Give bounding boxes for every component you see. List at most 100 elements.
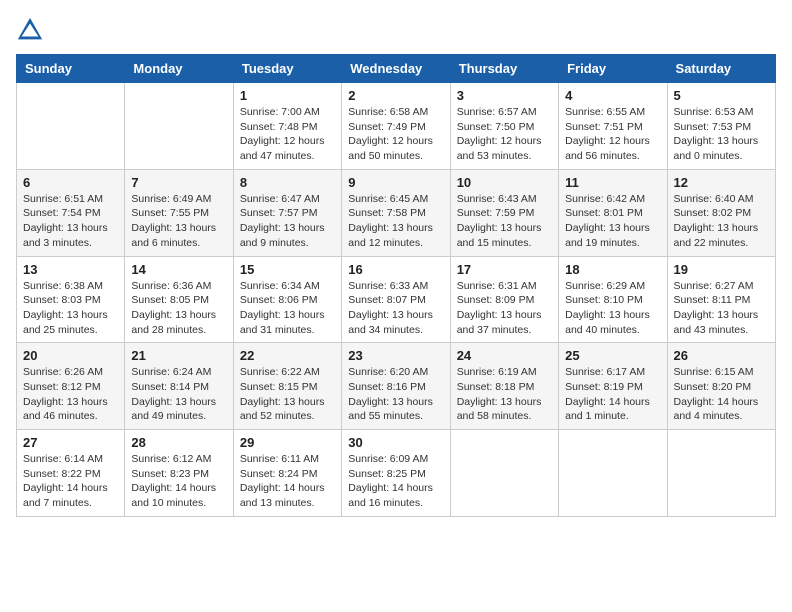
day-info: Sunrise: 6:40 AM Sunset: 8:02 PM Dayligh… [674,192,769,251]
day-number: 13 [23,262,118,277]
day-cell: 8Sunrise: 6:47 AM Sunset: 7:57 PM Daylig… [233,169,341,256]
week-row-2: 13 Sunrise: 6:38 AM Sunset: 8:03 PM Dayli… [17,256,776,343]
day-cell [17,83,125,170]
day-info: Sunrise: 6:11 AM Sunset: 8:24 PM Dayligh… [240,452,335,511]
week-row-1: 6 Sunrise: 6:51 AM Sunset: 7:54 PM Daylig… [17,169,776,256]
day-cell: 7 Sunrise: 6:49 AM Sunset: 7:55 PM Daylig… [125,169,233,256]
day-cell: 12Sunrise: 6:40 AM Sunset: 8:02 PM Dayli… [667,169,775,256]
day-info: Sunrise: 6:17 AM Sunset: 8:19 PM Dayligh… [565,365,660,424]
day-cell: 22 Sunrise: 6:22 AM Sunset: 8:15 PM Dayli… [233,343,341,430]
day-info: Sunrise: 6:55 AM Sunset: 7:51 PM Dayligh… [565,105,660,164]
day-number: 14 [131,262,226,277]
day-number: 16 [348,262,443,277]
day-info: Sunrise: 7:00 AM Sunset: 7:48 PM Dayligh… [240,105,335,164]
day-cell [450,430,558,517]
day-info: Sunrise: 6:26 AM Sunset: 8:12 PM Dayligh… [23,365,118,424]
day-cell: 26 Sunrise: 6:15 AM Sunset: 8:20 PM Dayli… [667,343,775,430]
day-info: Sunrise: 6:42 AM Sunset: 8:01 PM Dayligh… [565,192,660,251]
day-cell: 2Sunrise: 6:58 AM Sunset: 7:49 PM Daylig… [342,83,450,170]
day-info: Sunrise: 6:14 AM Sunset: 8:22 PM Dayligh… [23,452,118,511]
day-cell: 30 Sunrise: 6:09 AM Sunset: 8:25 PM Dayli… [342,430,450,517]
header-cell-monday: Monday [125,55,233,83]
day-number: 26 [674,348,769,363]
day-number: 11 [565,175,660,190]
day-cell: 17 Sunrise: 6:31 AM Sunset: 8:09 PM Dayli… [450,256,558,343]
header-cell-wednesday: Wednesday [342,55,450,83]
week-row-0: 1 Sunrise: 7:00 AM Sunset: 7:48 PM Daylig… [17,83,776,170]
day-info: Sunrise: 6:53 AM Sunset: 7:53 PM Dayligh… [674,105,769,164]
logo [16,16,48,44]
day-number: 2 [348,88,443,103]
day-number: 18 [565,262,660,277]
day-info: Sunrise: 6:12 AM Sunset: 8:23 PM Dayligh… [131,452,226,511]
day-number: 21 [131,348,226,363]
day-info: Sunrise: 6:34 AM Sunset: 8:06 PM Dayligh… [240,279,335,338]
day-info: Sunrise: 6:33 AM Sunset: 8:07 PM Dayligh… [348,279,443,338]
day-number: 5 [674,88,769,103]
day-cell: 29 Sunrise: 6:11 AM Sunset: 8:24 PM Dayli… [233,430,341,517]
day-number: 22 [240,348,335,363]
day-info: Sunrise: 6:29 AM Sunset: 8:10 PM Dayligh… [565,279,660,338]
day-number: 27 [23,435,118,450]
day-cell: 21 Sunrise: 6:24 AM Sunset: 8:14 PM Dayli… [125,343,233,430]
day-cell: 15 Sunrise: 6:34 AM Sunset: 8:06 PM Dayli… [233,256,341,343]
day-number: 30 [348,435,443,450]
day-number: 15 [240,262,335,277]
day-number: 17 [457,262,552,277]
day-info: Sunrise: 6:43 AM Sunset: 7:59 PM Dayligh… [457,192,552,251]
logo-icon [16,16,44,44]
day-number: 20 [23,348,118,363]
day-cell: 6 Sunrise: 6:51 AM Sunset: 7:54 PM Daylig… [17,169,125,256]
calendar-body: 1 Sunrise: 7:00 AM Sunset: 7:48 PM Daylig… [17,83,776,517]
day-cell: 23Sunrise: 6:20 AM Sunset: 8:16 PM Dayli… [342,343,450,430]
day-info: Sunrise: 6:15 AM Sunset: 8:20 PM Dayligh… [674,365,769,424]
day-number: 24 [457,348,552,363]
header-row: SundayMondayTuesdayWednesdayThursdayFrid… [17,55,776,83]
day-cell [559,430,667,517]
day-info: Sunrise: 6:38 AM Sunset: 8:03 PM Dayligh… [23,279,118,338]
week-row-3: 20 Sunrise: 6:26 AM Sunset: 8:12 PM Dayli… [17,343,776,430]
day-number: 3 [457,88,552,103]
day-cell: 5 Sunrise: 6:53 AM Sunset: 7:53 PM Daylig… [667,83,775,170]
page-header [16,16,776,44]
day-cell [125,83,233,170]
header-cell-tuesday: Tuesday [233,55,341,83]
week-row-4: 27 Sunrise: 6:14 AM Sunset: 8:22 PM Dayli… [17,430,776,517]
day-number: 19 [674,262,769,277]
calendar-table: SundayMondayTuesdayWednesdayThursdayFrid… [16,54,776,517]
day-number: 29 [240,435,335,450]
day-cell: 16 Sunrise: 6:33 AM Sunset: 8:07 PM Dayli… [342,256,450,343]
day-number: 7 [131,175,226,190]
day-info: Sunrise: 6:57 AM Sunset: 7:50 PM Dayligh… [457,105,552,164]
day-info: Sunrise: 6:31 AM Sunset: 8:09 PM Dayligh… [457,279,552,338]
day-number: 6 [23,175,118,190]
day-cell: 3 Sunrise: 6:57 AM Sunset: 7:50 PM Daylig… [450,83,558,170]
day-cell: 27 Sunrise: 6:14 AM Sunset: 8:22 PM Dayli… [17,430,125,517]
day-number: 9 [348,175,443,190]
day-number: 8 [240,175,335,190]
day-cell: 11 Sunrise: 6:42 AM Sunset: 8:01 PM Dayli… [559,169,667,256]
day-info: Sunrise: 6:09 AM Sunset: 8:25 PM Dayligh… [348,452,443,511]
day-cell: 20 Sunrise: 6:26 AM Sunset: 8:12 PM Dayli… [17,343,125,430]
day-number: 23 [348,348,443,363]
day-info: Sunrise: 6:24 AM Sunset: 8:14 PM Dayligh… [131,365,226,424]
day-cell: 1 Sunrise: 7:00 AM Sunset: 7:48 PM Daylig… [233,83,341,170]
day-cell: 10 Sunrise: 6:43 AM Sunset: 7:59 PM Dayli… [450,169,558,256]
day-cell [667,430,775,517]
header-cell-sunday: Sunday [17,55,125,83]
header-cell-friday: Friday [559,55,667,83]
day-number: 1 [240,88,335,103]
day-number: 25 [565,348,660,363]
day-number: 10 [457,175,552,190]
header-cell-thursday: Thursday [450,55,558,83]
day-info: Sunrise: 6:27 AM Sunset: 8:11 PM Dayligh… [674,279,769,338]
day-info: Sunrise: 6:22 AM Sunset: 8:15 PM Dayligh… [240,365,335,424]
day-cell: 9Sunrise: 6:45 AM Sunset: 7:58 PM Daylig… [342,169,450,256]
day-cell: 24 Sunrise: 6:19 AM Sunset: 8:18 PM Dayli… [450,343,558,430]
day-info: Sunrise: 6:49 AM Sunset: 7:55 PM Dayligh… [131,192,226,251]
day-info: Sunrise: 6:51 AM Sunset: 7:54 PM Dayligh… [23,192,118,251]
day-info: Sunrise: 6:36 AM Sunset: 8:05 PM Dayligh… [131,279,226,338]
day-cell: 19 Sunrise: 6:27 AM Sunset: 8:11 PM Dayli… [667,256,775,343]
day-number: 4 [565,88,660,103]
day-info: Sunrise: 6:19 AM Sunset: 8:18 PM Dayligh… [457,365,552,424]
